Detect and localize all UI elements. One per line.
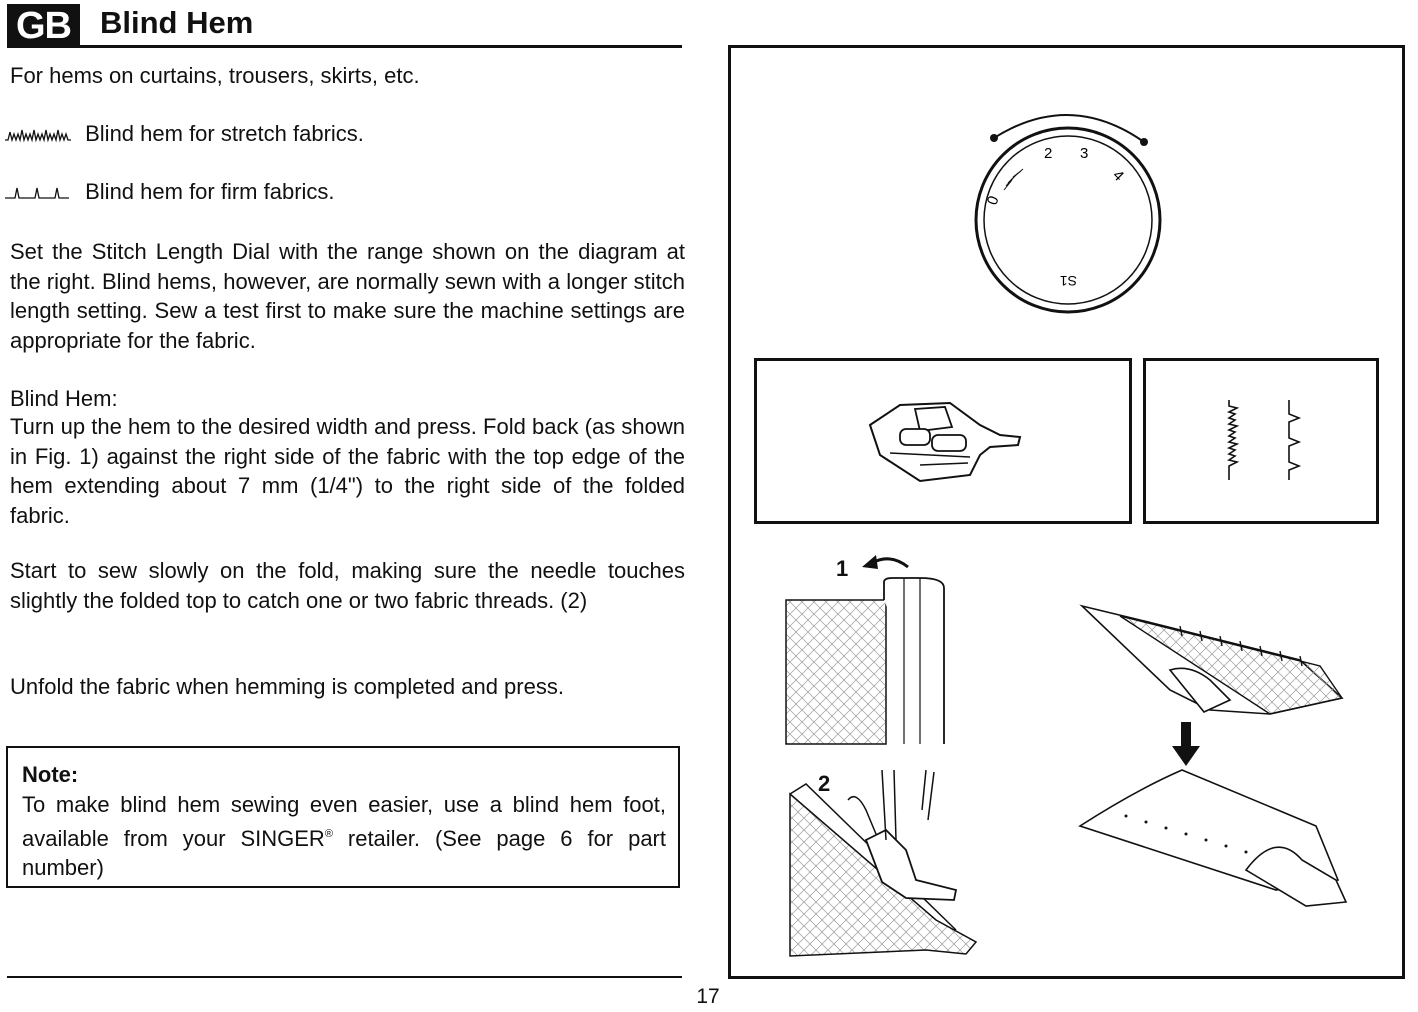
dial-number-0: 0: [984, 194, 1003, 208]
stretch-stitch-pattern: [1226, 400, 1240, 480]
folded-fabric-illustration: [785, 577, 945, 745]
stitch-label-firm: Blind hem for firm fabrics.: [85, 179, 335, 204]
bottom-divider: [7, 976, 682, 978]
range-end-dot: [1140, 138, 1148, 146]
fold-arrow-icon: [862, 555, 909, 569]
registered-mark: ®: [324, 827, 333, 840]
language-badge: GB: [7, 4, 80, 47]
stitch-pattern-illustration: [1226, 400, 1302, 480]
dial-number-2: 2: [1044, 145, 1052, 162]
sewing-foot-illustration: [789, 769, 978, 957]
firm-stitch-pattern: [1288, 400, 1302, 480]
stitch-length-dial-illustration: 0 2 3 4 S1: [974, 114, 1162, 314]
presser-foot-icon: [868, 401, 1022, 483]
dial-scale-ticks: [1003, 168, 1024, 191]
note-box: Note: To make blind hem sewing even easi…: [6, 746, 680, 888]
sew-instructions: Start to sew slowly on the fold, making …: [10, 558, 685, 613]
title-divider: [7, 45, 682, 48]
blind-hem-heading: Blind Hem:: [10, 386, 118, 411]
stitch-option-firm: Blind hem for firm fabrics.: [5, 177, 335, 207]
range-start-dot: [990, 134, 998, 142]
dial-number-4: 4: [1109, 167, 1127, 185]
dial-s1-label: S1: [1060, 273, 1077, 289]
unfold-instructions: Unfold the fabric when hemming is comple…: [10, 674, 564, 699]
firm-blind-stitch-icon: [5, 179, 85, 204]
intro-text: For hems on curtains, trousers, skirts, …: [10, 63, 420, 88]
finished-hem-illustration: [1078, 769, 1348, 907]
dial-number-3: 3: [1080, 145, 1088, 162]
page-number: 17: [696, 985, 720, 1008]
note-text: To make blind hem sewing even easier, us…: [22, 792, 666, 880]
dial-instructions: Set the Stitch Length Dial with the rang…: [10, 239, 685, 353]
fold-instructions: Turn up the hem to the desired width and…: [10, 414, 685, 528]
page-title: Blind Hem: [100, 5, 254, 40]
stitch-label-stretch: Blind hem for stretch fabrics.: [85, 121, 364, 146]
stitch-option-stretch: Blind hem for stretch fabrics.: [5, 119, 364, 149]
down-arrow-icon: [1172, 722, 1200, 766]
note-title: Note:: [22, 762, 79, 787]
stretch-blind-stitch-icon: [5, 121, 85, 146]
hem-fold-ruler-illustration: [1079, 604, 1344, 715]
